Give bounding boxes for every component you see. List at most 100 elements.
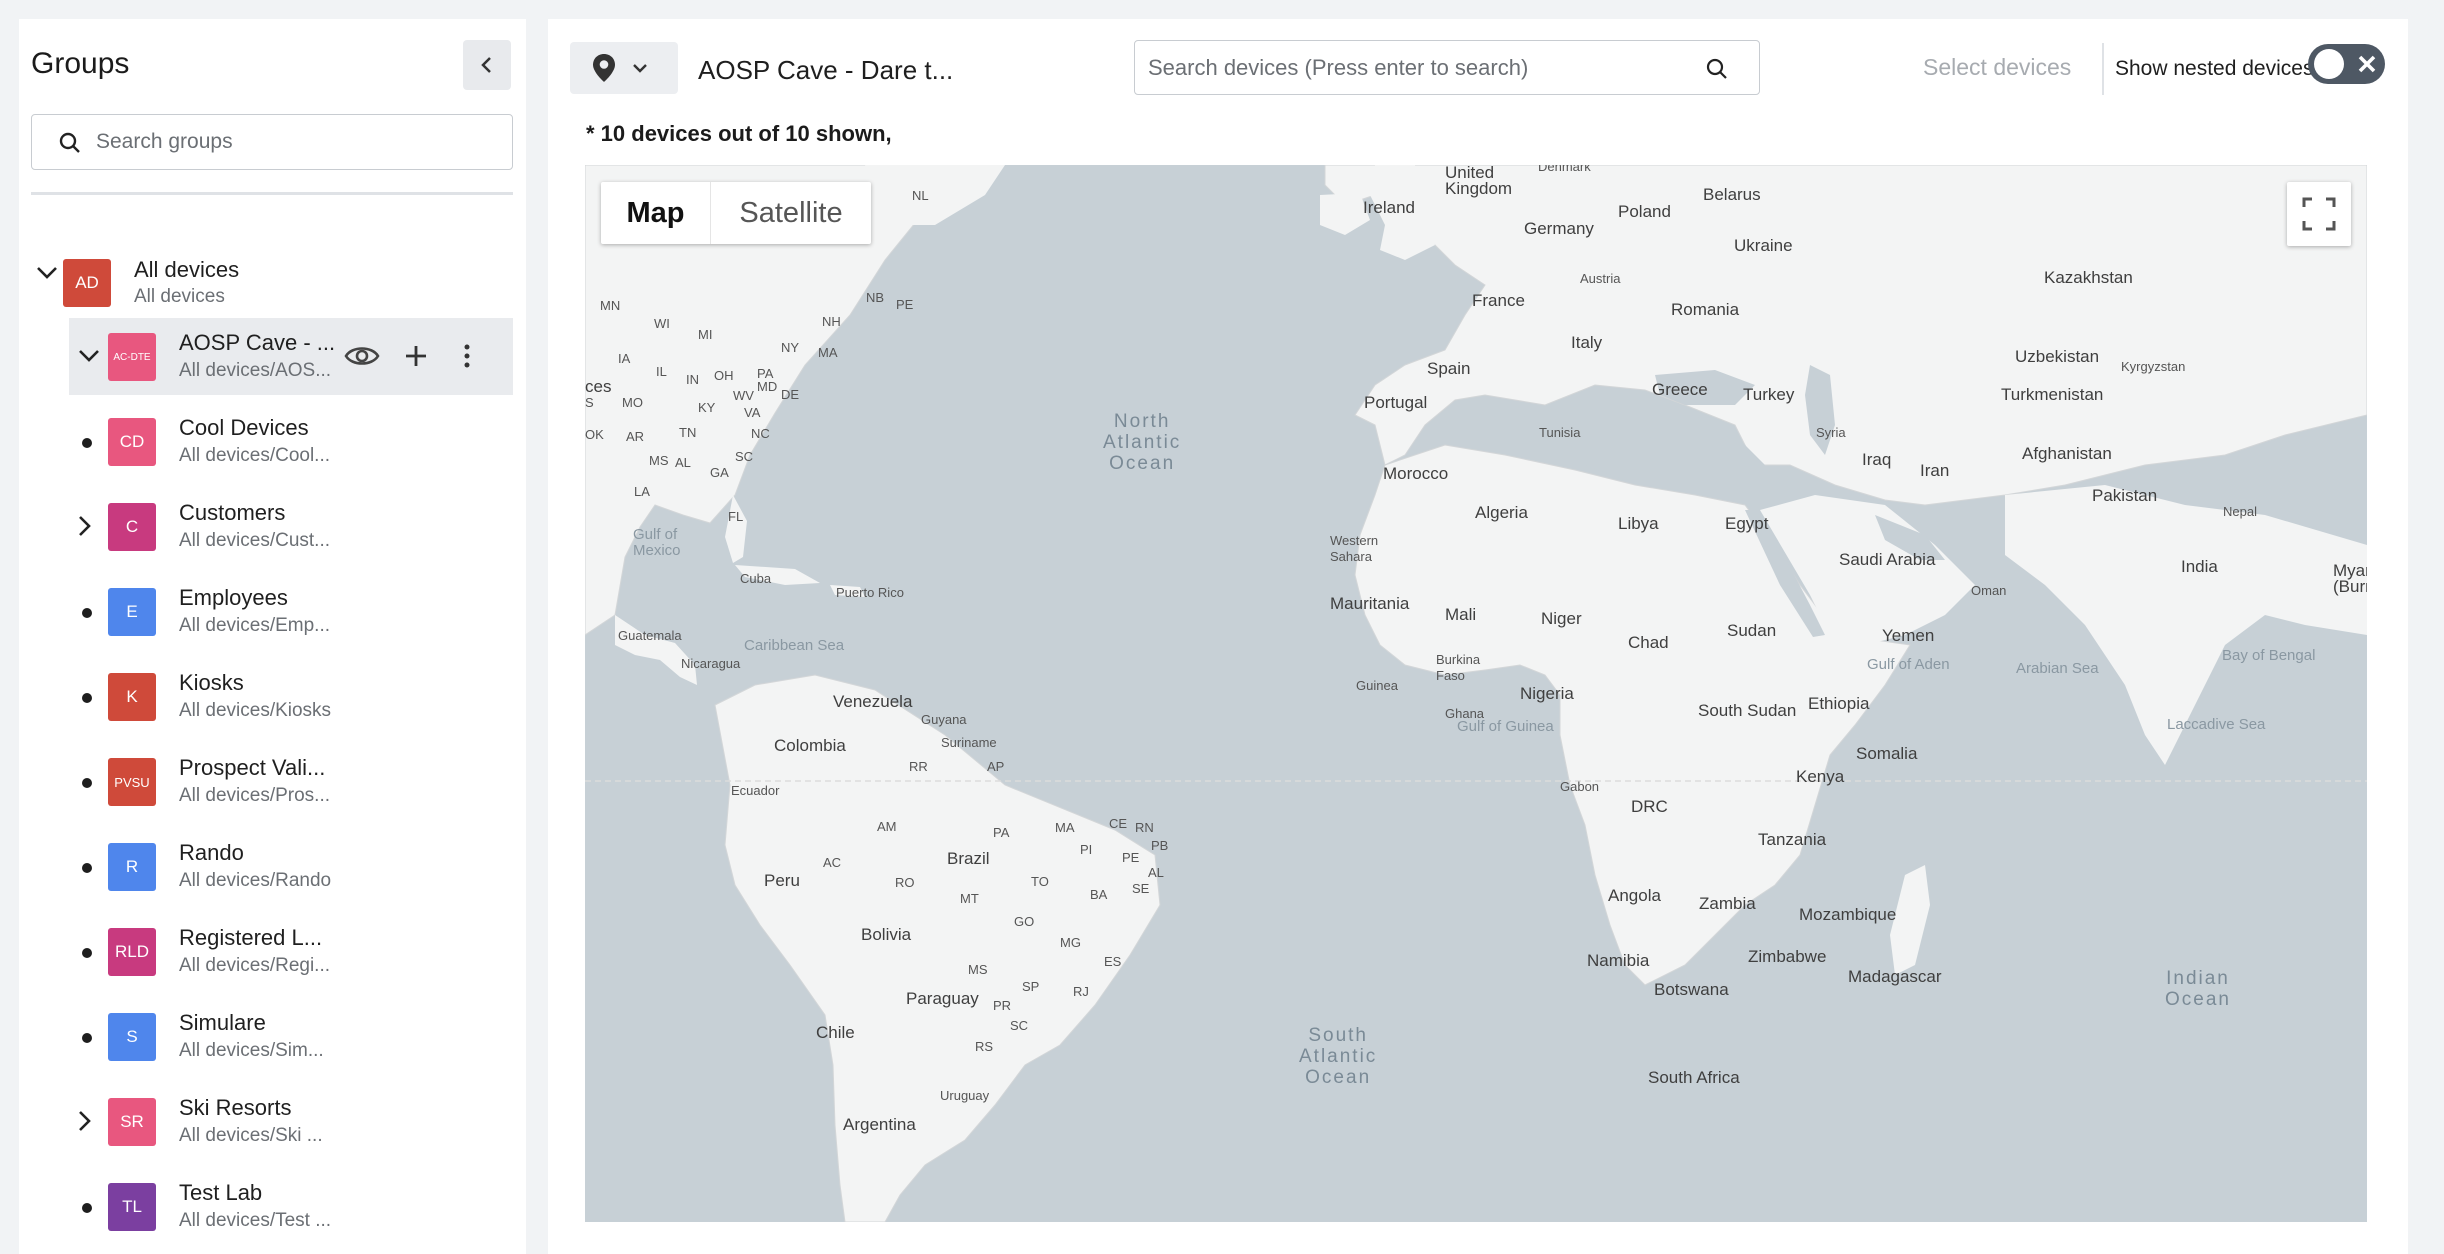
map-label: South Atlantic Ocean — [1299, 1025, 1378, 1088]
location-pin-icon — [593, 54, 615, 82]
search-groups-field[interactable] — [31, 114, 513, 170]
map-label: Bolivia — [861, 925, 912, 944]
search-devices-field[interactable] — [1134, 40, 1760, 95]
map-label: Ecuador — [731, 783, 780, 798]
tree-row[interactable]: E Employees All devices/Emp... — [19, 573, 526, 651]
world-map[interactable]: Map Satellite United Kingdom Ireland Denma… — [585, 165, 2367, 1222]
map-type-map[interactable]: Map — [601, 182, 711, 244]
tree-row[interactable]: K Kiosks All devices/Kiosks — [19, 658, 526, 736]
map-label: NH — [822, 314, 841, 329]
location-menu-button[interactable] — [570, 42, 678, 94]
chevron-right-icon — [79, 1111, 91, 1131]
map-label: Yemen — [1882, 626, 1935, 645]
group-name: AOSP Cave - ... — [179, 330, 336, 355]
map-label: Zambia — [1699, 894, 1756, 913]
group-name: Test Lab — [179, 1180, 263, 1205]
map-label: AR — [626, 429, 645, 444]
map-label: Turkey — [1743, 385, 1795, 404]
map-label: PI — [1080, 842, 1093, 857]
group-path: All devices/Cust... — [179, 530, 330, 551]
more-vertical-icon — [464, 344, 470, 368]
map-label: Poland — [1618, 202, 1671, 221]
tree-row[interactable]: S Simulare All devices/Sim... — [19, 998, 526, 1076]
group-path: All devices/Kiosks — [179, 700, 332, 721]
show-nested-toggle[interactable] — [2308, 44, 2385, 84]
tree-row[interactable]: TL Test Lab All devices/Test ... — [19, 1168, 526, 1246]
avatar: K — [108, 673, 156, 721]
map-label: Laccadive Sea — [2167, 716, 2266, 733]
bullet-dot — [82, 438, 92, 448]
map-label: Afghanistan — [2022, 444, 2112, 463]
search-devices-input[interactable] — [1148, 54, 1699, 81]
view-button[interactable] — [344, 342, 380, 375]
map-label: Denmark — [1538, 165, 1591, 174]
map-label: Guatemala — [618, 628, 682, 643]
map-label: France — [1472, 291, 1525, 310]
search-groups-input[interactable] — [96, 130, 512, 154]
tree-row[interactable]: PVSU Prospect Vali... All devices/Pros... — [19, 743, 526, 821]
map-label: RR — [909, 759, 928, 774]
search-icon[interactable] — [1705, 57, 1729, 81]
map-label: AM — [877, 819, 897, 834]
bullet-dot — [82, 863, 92, 873]
map-label: PA — [993, 825, 1010, 840]
map-label: Niger — [1541, 609, 1582, 628]
bullet-dot — [82, 1203, 92, 1213]
group-name: Registered L... — [179, 925, 323, 950]
map-label: Iran — [1920, 461, 1950, 480]
map-label: Portugal — [1364, 393, 1428, 412]
map-label: TO — [1031, 874, 1049, 889]
tree-row[interactable]: CD Cool Devices All devices/Cool... — [19, 403, 526, 481]
collapse-sidebar-button[interactable] — [463, 40, 511, 90]
map-label: DE — [781, 387, 800, 402]
map-label: Gulf of Guinea — [1457, 718, 1554, 735]
tree-row[interactable]: RLD Registered L... All devices/Regi... — [19, 913, 526, 991]
map-label: Morocco — [1383, 464, 1449, 483]
map-label: South Africa — [1648, 1068, 1740, 1087]
group-path: All devices/Pros... — [179, 785, 330, 806]
map-label: Uruguay — [940, 1088, 990, 1103]
select-devices-button[interactable]: Select devices — [1923, 54, 2071, 81]
avatar: AD — [63, 259, 111, 307]
map-type-control[interactable]: Map Satellite — [601, 182, 871, 244]
map-label: ES — [1104, 954, 1122, 969]
expand-toggle[interactable] — [35, 261, 59, 285]
chevron-left-icon — [481, 57, 491, 73]
map-type-satellite[interactable]: Satellite — [711, 182, 871, 244]
landmass-south-america — [714, 674, 1161, 1222]
group-path: All devices/Regi... — [179, 955, 331, 976]
map-label: Tanzania — [1758, 830, 1827, 849]
add-group-button[interactable] — [405, 345, 427, 372]
device-count-note: * 10 devices out of 10 shown, — [586, 121, 892, 146]
map-label: MG — [1060, 935, 1081, 950]
more-options-button[interactable] — [463, 344, 471, 373]
map-label: Cuba — [740, 571, 772, 586]
map-label: PR — [993, 998, 1012, 1013]
tree-row[interactable]: SR Ski Resorts All devices/Ski ... — [19, 1083, 526, 1161]
map-label: Gulf of Mexico — [633, 526, 681, 559]
tree-row[interactable]: AC-DTE AOSP Cave - ... All devices/AOS... — [69, 318, 513, 395]
expand-toggle[interactable] — [73, 514, 97, 538]
group-path: All devices/Sim... — [179, 1040, 324, 1061]
group-path: All devices/Cool... — [179, 445, 331, 466]
map-label: Belarus — [1703, 185, 1761, 204]
map-label: Caribbean Sea — [744, 637, 845, 654]
tree-row-all-devices[interactable]: AD All devices All devices — [19, 233, 526, 311]
tree-row[interactable]: R Rando All devices/Rando — [19, 828, 526, 906]
group-path: All devices/Emp... — [179, 615, 330, 636]
map-label: Romania — [1671, 300, 1740, 319]
group-path: All devices/Ski ... — [179, 1125, 323, 1146]
map-label: FL — [728, 509, 744, 524]
expand-toggle[interactable] — [73, 1109, 97, 1133]
group-name: Rando — [179, 840, 244, 865]
map-label: Ukraine — [1734, 236, 1793, 255]
map-label: Mozambique — [1799, 905, 1897, 924]
map-label: NY — [781, 340, 800, 355]
avatar: R — [108, 843, 156, 891]
map-label: Mali — [1445, 605, 1477, 624]
collapse-toggle[interactable] — [77, 344, 101, 368]
tree-row[interactable]: C Customers All devices/Cust... — [19, 488, 526, 566]
bullet-dot — [82, 1033, 92, 1043]
fullscreen-button[interactable] — [2287, 182, 2351, 246]
map-label: Venezuela — [833, 692, 913, 711]
